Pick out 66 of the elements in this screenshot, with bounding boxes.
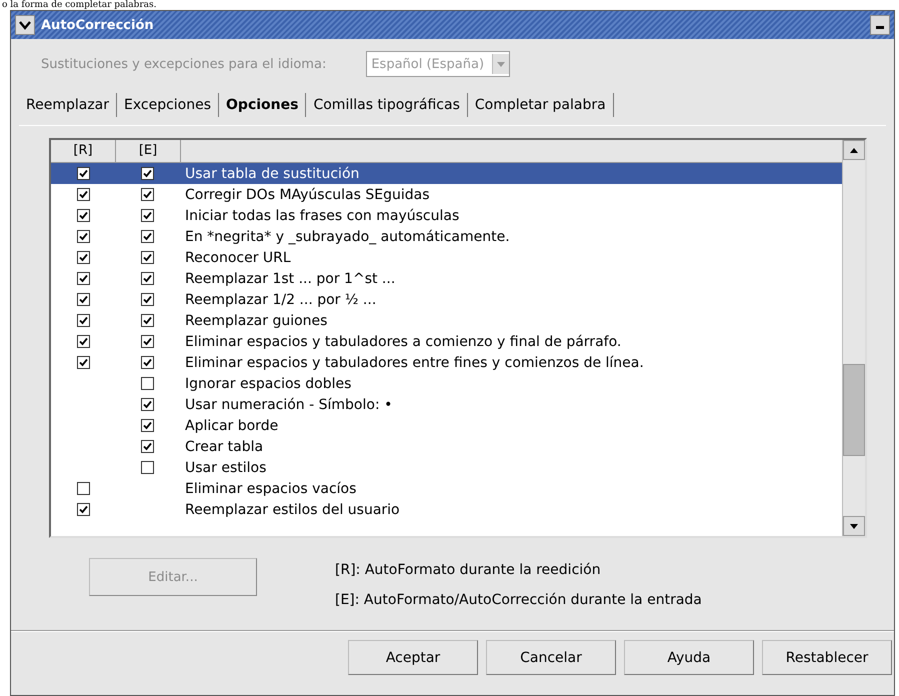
scroll-down-icon[interactable]: [843, 516, 865, 536]
option-row[interactable]: Usar tabla de sustitución: [51, 163, 842, 184]
option-row[interactable]: Eliminar espacios vacíos: [51, 478, 842, 499]
option-row[interactable]: Reemplazar guiones: [51, 310, 842, 331]
option-row[interactable]: Reemplazar estilos del usuario: [51, 499, 842, 520]
scroll-up-icon[interactable]: [843, 140, 865, 160]
checkbox[interactable]: [140, 461, 154, 474]
checkbox[interactable]: [140, 188, 154, 201]
tab[interactable]: Opciones: [219, 93, 306, 117]
legend-text: [E]: AutoFormato/AutoCorrección durante la entrada: [335, 592, 702, 608]
tab[interactable]: Excepciones: [117, 93, 220, 117]
tab[interactable]: Reemplazar: [19, 93, 118, 117]
option-row[interactable]: Reemplazar 1/2 ... por ½ ...: [51, 289, 842, 310]
column-header[interactable]: [R]: [51, 140, 116, 162]
option-row[interactable]: Iniciar todas las frases con mayúsculas: [51, 205, 842, 226]
checkbox[interactable]: [140, 440, 154, 453]
column-header[interactable]: [E]: [116, 140, 181, 162]
menu-icon[interactable]: [15, 15, 35, 35]
tab[interactable]: Completar palabra: [468, 93, 614, 117]
dialog-button[interactable]: Ayuda: [624, 640, 754, 675]
checkbox[interactable]: [140, 167, 154, 180]
checkbox[interactable]: [76, 167, 90, 180]
checkbox[interactable]: [140, 356, 154, 369]
dialog-button[interactable]: Restablecer: [762, 640, 892, 675]
checkbox[interactable]: [76, 503, 90, 516]
checkbox[interactable]: [76, 314, 90, 327]
checkbox[interactable]: [140, 293, 154, 306]
checkbox[interactable]: [140, 377, 154, 390]
option-row[interactable]: Reemplazar 1st ... por 1^st ...: [51, 268, 842, 289]
dialog-button[interactable]: Aceptar: [348, 640, 478, 675]
scrollbar[interactable]: [842, 140, 865, 536]
option-row[interactable]: En *negrita* y _subrayado_ automáticamente.: [51, 226, 842, 247]
option-row[interactable]: Aplicar borde: [51, 415, 842, 436]
scroll-thumb[interactable]: [843, 364, 865, 456]
checkbox[interactable]: [140, 251, 154, 264]
checkbox[interactable]: [76, 335, 90, 348]
checkbox[interactable]: [76, 188, 90, 201]
checkbox[interactable]: [76, 272, 90, 285]
window-title: AutoCorrección: [41, 18, 155, 32]
checkbox[interactable]: [76, 209, 90, 222]
dialog-button[interactable]: Cancelar: [486, 640, 616, 675]
option-row[interactable]: Ignorar espacios dobles: [51, 373, 842, 394]
option-row[interactable]: Eliminar espacios y tabuladores entre fines y comienzos de línea.: [51, 352, 842, 373]
checkbox[interactable]: [140, 335, 154, 348]
checkbox[interactable]: [140, 398, 154, 411]
checkbox[interactable]: [76, 356, 90, 369]
option-row[interactable]: Corregir DOs MAyúsculas SEguidas: [51, 184, 842, 205]
option-row[interactable]: Reconocer URL: [51, 247, 842, 268]
document-text: o la forma de completar palabras.: [2, 0, 157, 10]
checkbox[interactable]: [76, 482, 90, 495]
option-row[interactable]: Crear tabla: [51, 436, 842, 457]
checkbox[interactable]: [140, 314, 154, 327]
option-row[interactable]: Usar estilos: [51, 457, 842, 478]
checkbox[interactable]: [140, 209, 154, 222]
minimize-icon[interactable]: [870, 15, 890, 35]
checkbox[interactable]: [76, 251, 90, 264]
checkbox[interactable]: [140, 419, 154, 432]
checkbox[interactable]: [76, 293, 90, 306]
option-row[interactable]: Usar numeración - Símbolo: •: [51, 394, 842, 415]
tab[interactable]: Comillas tipográficas: [306, 93, 468, 117]
checkbox[interactable]: [76, 230, 90, 243]
language-label: Sustituciones y excepciones para el idioma:: [41, 56, 326, 72]
checkbox[interactable]: [140, 230, 154, 243]
option-row[interactable]: Eliminar espacios y tabuladores a comienzo y final de párrafo.: [51, 331, 842, 352]
legend-text: [R]: AutoFormato durante la reedición: [335, 562, 602, 578]
checkbox[interactable]: [140, 272, 154, 285]
